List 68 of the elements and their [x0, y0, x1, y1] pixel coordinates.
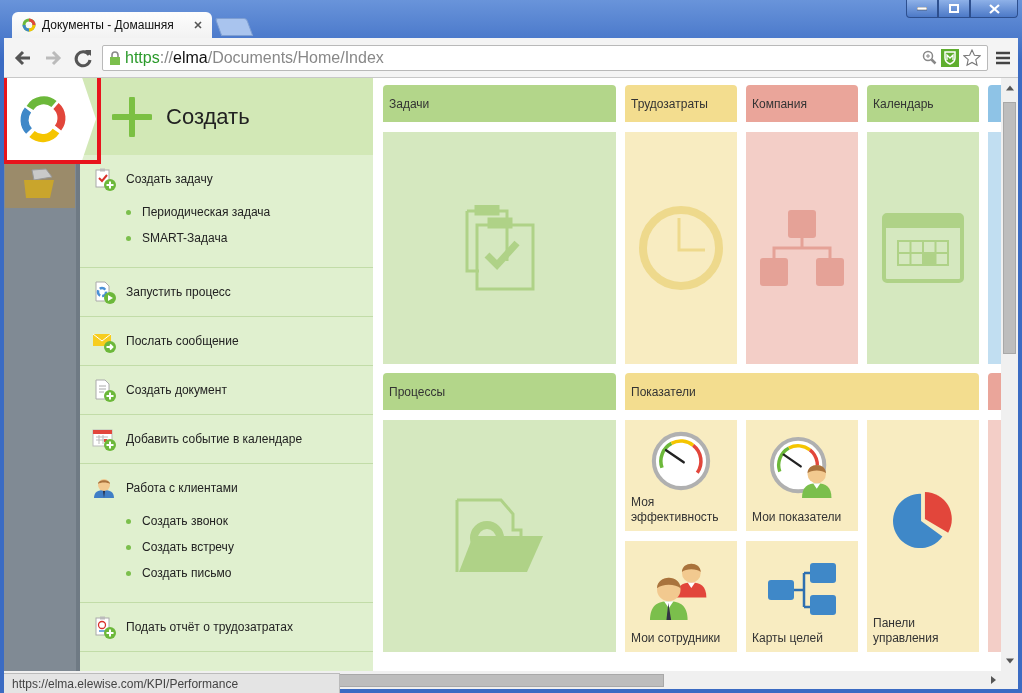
- menu-icon[interactable]: [996, 50, 1010, 65]
- close-button[interactable]: [970, 0, 1018, 18]
- dashboard-tile[interactable]: Мои сотрудники: [625, 541, 737, 652]
- create-menu-item[interactable]: Создать документ: [126, 383, 227, 397]
- event-icon: [92, 427, 116, 451]
- create-submenu-item[interactable]: Создать встречу: [142, 540, 234, 554]
- create-title: Создать: [166, 103, 250, 130]
- close-icon[interactable]: [194, 21, 202, 29]
- lock-icon: [109, 50, 121, 65]
- create-submenu-item[interactable]: Создать звонок: [142, 514, 228, 528]
- clients-icon: [92, 476, 116, 500]
- create-menu-item[interactable]: Послать сообщение: [126, 334, 239, 348]
- goal-map-icon: [768, 563, 836, 615]
- group-header[interactable]: Задачи: [383, 85, 616, 122]
- vertical-scrollbar[interactable]: [1001, 78, 1018, 671]
- create-submenu-item[interactable]: Периодическая задача: [142, 205, 271, 219]
- group-header[interactable]: Компания: [746, 85, 858, 122]
- group-tile[interactable]: [867, 132, 979, 364]
- browser-tab[interactable]: Документы - Домашняя: [12, 12, 212, 38]
- status-url: https://elma.elewise.com/KPI/Performance: [4, 673, 340, 693]
- group-header[interactable]: Показатели: [625, 373, 979, 410]
- task-icon: [92, 167, 116, 191]
- address-field[interactable]: https://elma/Documents/Home/Index: [102, 44, 988, 71]
- folder-icon: [454, 498, 545, 574]
- scroll-right-icon[interactable]: [991, 674, 996, 686]
- create-menu-item[interactable]: Добавить событие в календаре: [126, 432, 303, 446]
- gauge-icon: [650, 429, 712, 492]
- create-menu-item[interactable]: Запустить процесс: [126, 285, 231, 299]
- close-icon: [988, 3, 1000, 14]
- group-tile[interactable]: [383, 420, 616, 652]
- group-tile[interactable]: [746, 132, 858, 364]
- group-header[interactable]: Процессы: [383, 373, 616, 410]
- clipboard-icon: [464, 205, 535, 291]
- maximize-button[interactable]: [938, 0, 970, 18]
- dashboard-tile[interactable]: Мои показатели: [746, 420, 858, 531]
- group-header[interactable]: Трудозатраты: [625, 85, 737, 122]
- new-tab-button[interactable]: [214, 18, 254, 36]
- create-menu-item[interactable]: Создать задачу: [126, 172, 213, 186]
- dashboard-tile[interactable]: Панели управления: [867, 420, 979, 652]
- timesheet-icon: [92, 615, 116, 639]
- document-icon: [92, 378, 116, 402]
- plus-icon: [112, 96, 152, 137]
- bullet-icon: [126, 544, 131, 550]
- shield-icon[interactable]: [941, 48, 959, 67]
- maximize-icon: [949, 4, 959, 13]
- dashboard-tile[interactable]: Моя эффективность: [625, 420, 737, 531]
- bullet-icon: [126, 209, 131, 215]
- clock-icon: [636, 203, 726, 293]
- create-menu-item[interactable]: Работа с клиентами: [126, 481, 238, 495]
- minimize-icon: [917, 6, 927, 11]
- ring-logo-icon: [22, 18, 36, 32]
- bullet-icon: [126, 235, 131, 241]
- bullet-icon: [126, 570, 131, 576]
- group-tile[interactable]: [383, 132, 616, 364]
- ring-logo-icon[interactable]: [18, 94, 68, 144]
- create-submenu-item[interactable]: SMART-Задача: [142, 231, 228, 245]
- create-submenu-item[interactable]: Создать письмо: [142, 566, 232, 580]
- group-header[interactable]: Календарь: [867, 85, 979, 122]
- minimize-button[interactable]: [906, 0, 938, 18]
- org-chart-icon: [760, 210, 844, 286]
- group-tile[interactable]: [625, 132, 737, 364]
- bullet-icon: [126, 518, 131, 524]
- dashboard-tile[interactable]: Карты целей: [746, 541, 858, 652]
- process-icon: [92, 280, 116, 304]
- create-menu-item[interactable]: Подать отчёт о трудозатратах: [126, 620, 293, 634]
- star-icon[interactable]: [963, 48, 981, 67]
- calendar-icon: [882, 213, 964, 283]
- zoom-icon[interactable]: [922, 50, 937, 65]
